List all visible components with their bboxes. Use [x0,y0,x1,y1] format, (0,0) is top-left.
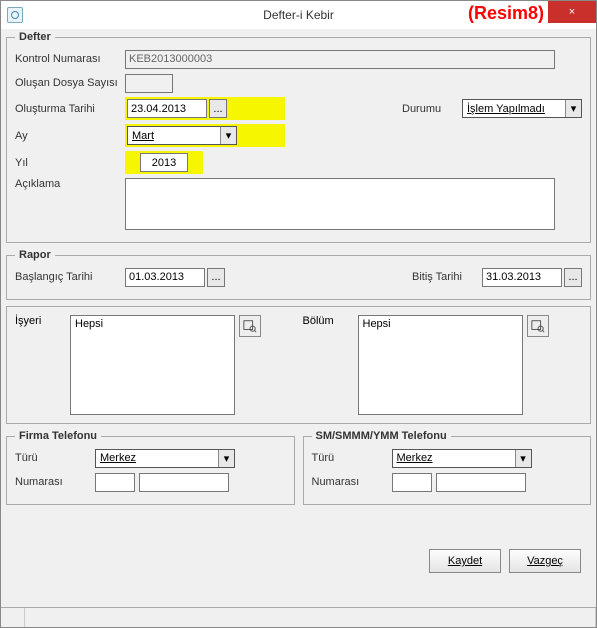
isyeri-listbox[interactable]: Hepsi [70,315,235,415]
close-icon: × [569,6,575,18]
firma-turu-combo[interactable]: Merkez ▾ [95,449,235,468]
image-annotation: (Resim8) [468,3,544,24]
app-window: Defter-i Kebir (Resim8) × Defter Kontrol… [0,0,597,628]
ellipsis-icon: ... [213,103,222,115]
baslangic-picker-button[interactable]: ... [207,268,225,287]
sm-turu-label: Türü [312,452,392,464]
bolum-label: Bölüm [303,315,358,415]
sm-num-a[interactable] [392,473,432,492]
defter-legend: Defter [15,31,55,43]
ellipsis-icon: ... [211,271,220,283]
lookup-icon [531,319,545,333]
filter-panel: İşyeri Hepsi Bölüm Hepsi [6,306,591,424]
bolum-value: Hepsi [363,318,391,330]
chevron-down-icon: ▾ [220,127,236,144]
sm-num-b[interactable] [436,473,526,492]
lookup-icon [243,319,257,333]
kaydet-button[interactable]: Kaydet [429,549,501,573]
ay-combo[interactable]: Mart ▾ [127,126,237,145]
content-area: Defter Kontrol Numarası Oluşan Dosya Say… [6,31,591,621]
kontrol-no-label: Kontrol Numarası [15,53,125,65]
durumu-value: İşlem Yapılmadı [463,102,565,116]
chevron-down-icon: ▾ [565,100,581,117]
app-icon [7,7,23,23]
defter-group: Defter Kontrol Numarası Oluşan Dosya Say… [6,31,591,243]
sm-turu-combo[interactable]: Merkez ▾ [392,449,532,468]
aciklama-textarea[interactable] [125,178,555,230]
baslangic-label: Başlangıç Tarihi [15,271,125,283]
olusan-dosya-label: Oluşan Dosya Sayısı [15,77,125,89]
aciklama-label: Açıklama [15,178,125,190]
baslangic-input[interactable] [125,268,205,287]
chevron-down-icon: ▾ [515,450,531,467]
olusturma-tarihi-picker-button[interactable]: ... [209,99,227,118]
bolum-lookup-button[interactable] [527,315,549,337]
firma-turu-value: Merkez [96,451,218,465]
rapor-legend: Rapor [15,249,55,261]
olusturma-tarihi-input[interactable] [127,99,207,118]
ay-label: Ay [15,130,125,142]
yil-label: Yıl [15,157,125,169]
durumu-label: Durumu [402,103,462,115]
ay-value: Mart [128,129,220,143]
isyeri-value: Hepsi [75,318,103,330]
window-title: Defter-i Kebir [263,8,334,22]
firma-num-a[interactable] [95,473,135,492]
bitis-picker-button[interactable]: ... [564,268,582,287]
durumu-combo[interactable]: İşlem Yapılmadı ▾ [462,99,582,118]
firma-turu-label: Türü [15,452,95,464]
ellipsis-icon: ... [568,271,577,283]
olusturma-tarihi-label: Oluşturma Tarihi [15,103,125,115]
vazgec-button[interactable]: Vazgeç [509,549,581,573]
bitis-input[interactable] [482,268,562,287]
bitis-label: Bitiş Tarihi [412,271,482,283]
titlebar: Defter-i Kebir (Resim8) × [1,1,596,29]
sm-tel-legend: SM/SMMM/YMM Telefonu [312,430,451,442]
status-bar [1,607,596,627]
phone-panels: Firma Telefonu Türü Merkez ▾ Numarası SM… [6,430,591,511]
yil-highlight [125,151,203,174]
firma-num-b[interactable] [139,473,229,492]
firma-telefonu-group: Firma Telefonu Türü Merkez ▾ Numarası [6,430,295,505]
bolum-listbox[interactable]: Hepsi [358,315,523,415]
olusturma-tarihi-highlight: ... [125,97,285,120]
chevron-down-icon: ▾ [218,450,234,467]
ay-highlight: Mart ▾ [125,124,285,147]
olusan-dosya-input [125,74,173,93]
button-row: Kaydet Vazgeç [6,543,591,579]
sm-turu-value: Merkez [393,451,515,465]
kontrol-no-input [125,50,555,69]
rapor-group: Rapor Başlangıç Tarihi ... Bitiş Tarihi … [6,249,591,300]
isyeri-lookup-button[interactable] [239,315,261,337]
sm-telefonu-group: SM/SMMM/YMM Telefonu Türü Merkez ▾ Numar… [303,430,592,505]
firma-tel-legend: Firma Telefonu [15,430,101,442]
sm-numarasi-label: Numarası [312,476,392,488]
close-button[interactable]: × [548,1,596,23]
isyeri-label: İşyeri [15,315,70,415]
firma-numarasi-label: Numarası [15,476,95,488]
yil-input[interactable] [140,153,188,172]
